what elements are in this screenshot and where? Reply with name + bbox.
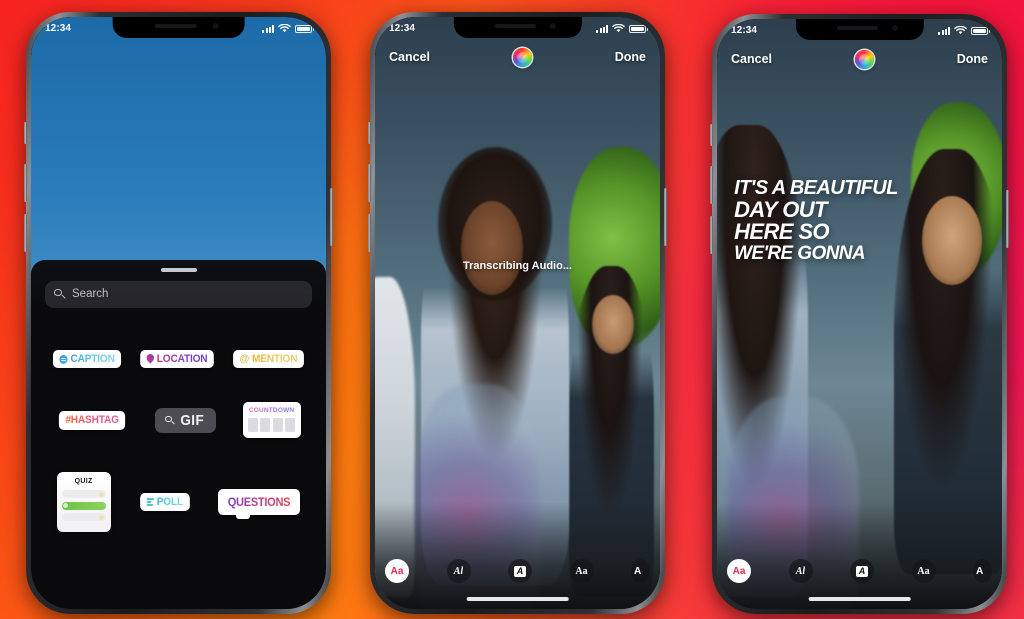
phone-captioned: 12:34 Cancel Done IT'S A BEAUTIFUL DAY O… [710,14,1009,614]
sticker-questions[interactable]: QUESTIONS [218,489,301,520]
at-sign-icon: @ [239,352,250,365]
status-time: 12:34 [731,25,758,36]
countdown-boxes-icon [247,418,297,433]
status-bar: 12:34 [31,17,326,40]
font-style-typewriter[interactable]: Aa [569,559,594,583]
font-style-strong[interactable]: A [631,559,650,583]
cancel-button[interactable]: Cancel [389,50,430,64]
volume-up-button[interactable] [24,164,27,202]
sticker-hashtag[interactable]: #HASHTAG [59,411,126,430]
color-wheel-icon[interactable] [512,47,532,67]
wifi-icon [612,24,625,33]
font-style-neon[interactable]: A [850,559,874,583]
search-icon [165,415,174,425]
cancel-button[interactable]: Cancel [731,52,772,66]
mute-switch[interactable] [24,122,27,144]
status-bar: 12:34 [375,17,660,40]
font-style-classic[interactable]: Aa [727,559,751,583]
wifi-icon [278,24,291,33]
font-style-neon[interactable]: A [508,559,532,583]
power-button[interactable] [1006,190,1009,248]
volume-down-button[interactable] [710,216,713,254]
home-indicator[interactable] [466,597,569,601]
power-button[interactable] [330,188,333,246]
search-icon [54,288,65,300]
font-style-bar: Aa Al A Aa A [717,559,1002,583]
map-pin-icon [147,354,154,364]
caption-text-overlay[interactable]: IT'S A BEAUTIFUL DAY OUT HERE SO WE'RE G… [734,178,991,263]
editor-top-bar: Cancel Done [717,42,1002,76]
status-bar: 12:34 [717,19,1002,42]
cellular-signal-icon [262,24,274,33]
font-style-strong[interactable]: A [973,559,992,583]
volume-down-button[interactable] [368,214,371,252]
caption-line-4: WE'RE GONNA [734,242,866,264]
sticker-countdown-label: COUNTDOWN [247,407,297,414]
sticker-mention-label: MENTION [252,352,298,365]
phone1-screen: 12:34 Search CAPTION LOCATION @ MENTION … [31,17,326,609]
sticker-poll-label: POLL [156,495,183,508]
done-button[interactable]: Done [957,52,988,66]
drag-handle[interactable] [160,267,197,272]
phone-sticker-tray: 12:34 Search CAPTION LOCATION @ MENTION … [24,12,333,614]
mute-switch[interactable] [368,122,371,144]
editor-top-bar: Cancel Done [375,40,660,74]
wifi-icon [954,26,967,35]
volume-up-button[interactable] [710,166,713,204]
search-input[interactable]: Search [45,280,312,308]
story-video-preview [375,17,660,609]
sticker-gif[interactable]: GIF [155,407,216,433]
sticker-mention[interactable]: @ MENTION [233,349,305,369]
sticker-gif-label: GIF [180,411,205,429]
sticker-hashtag-label: #HASHTAG [65,414,120,427]
volume-down-button[interactable] [24,214,27,252]
quiz-bar-filled [61,501,106,510]
font-style-classic[interactable]: Aa [385,559,409,583]
power-button[interactable] [664,188,667,246]
sticker-tray: Search CAPTION LOCATION @ MENTION #HASHT… [31,259,326,609]
font-style-bar: Aa Al A Aa A [375,559,660,583]
caption-line-2: DAY OUT [734,196,827,222]
battery-full-icon [629,24,648,33]
sticker-questions-label: QUESTIONS [228,495,291,510]
color-wheel-icon[interactable] [854,49,874,69]
phone-transcribing: 12:34 Cancel Done Transcribing Audio... … [368,12,667,614]
font-style-modern[interactable]: Al [446,559,471,583]
quiz-bar-empty-2 [61,513,106,522]
search-placeholder: Search [72,288,109,301]
poll-bars-icon [146,498,154,506]
caption-line-1: IT'S A BEAUTIFUL [734,177,898,200]
quiz-bars-icon [61,490,106,499]
sticker-poll[interactable]: POLL [139,492,190,512]
sticker-caption-label: CAPTION [70,352,115,365]
phone2-screen: 12:34 Cancel Done Transcribing Audio... … [375,17,660,609]
volume-up-button[interactable] [368,164,371,202]
battery-full-icon [295,24,314,33]
mute-switch[interactable] [710,124,713,146]
cellular-signal-icon [596,24,608,33]
home-indicator[interactable] [808,597,911,601]
caption-line-3: HERE SO [734,219,829,245]
story-video-preview [717,19,1002,609]
sticker-location-label: LOCATION [156,352,208,365]
font-style-modern[interactable]: Al [788,559,813,583]
screenshot-stage: 12:34 Search CAPTION LOCATION @ MENTION … [0,0,1024,619]
battery-full-icon [971,26,990,35]
sticker-countdown[interactable]: COUNTDOWN [242,402,301,439]
status-time: 12:34 [45,23,72,34]
font-style-typewriter[interactable]: Aa [911,559,936,583]
cellular-signal-icon [938,26,950,35]
phone3-screen: 12:34 Cancel Done IT'S A BEAUTIFUL DAY O… [717,19,1002,609]
status-time: 12:34 [389,23,416,34]
sticker-quiz-label: QUIZ [74,478,93,486]
speech-bubble-icon [59,354,68,364]
done-button[interactable]: Done [615,50,646,64]
sticker-quiz[interactable]: QUIZ [56,472,111,532]
sticker-caption[interactable]: CAPTION [52,349,121,369]
sticker-location[interactable]: LOCATION [140,349,214,369]
transcribing-status: Transcribing Audio... [463,259,572,272]
